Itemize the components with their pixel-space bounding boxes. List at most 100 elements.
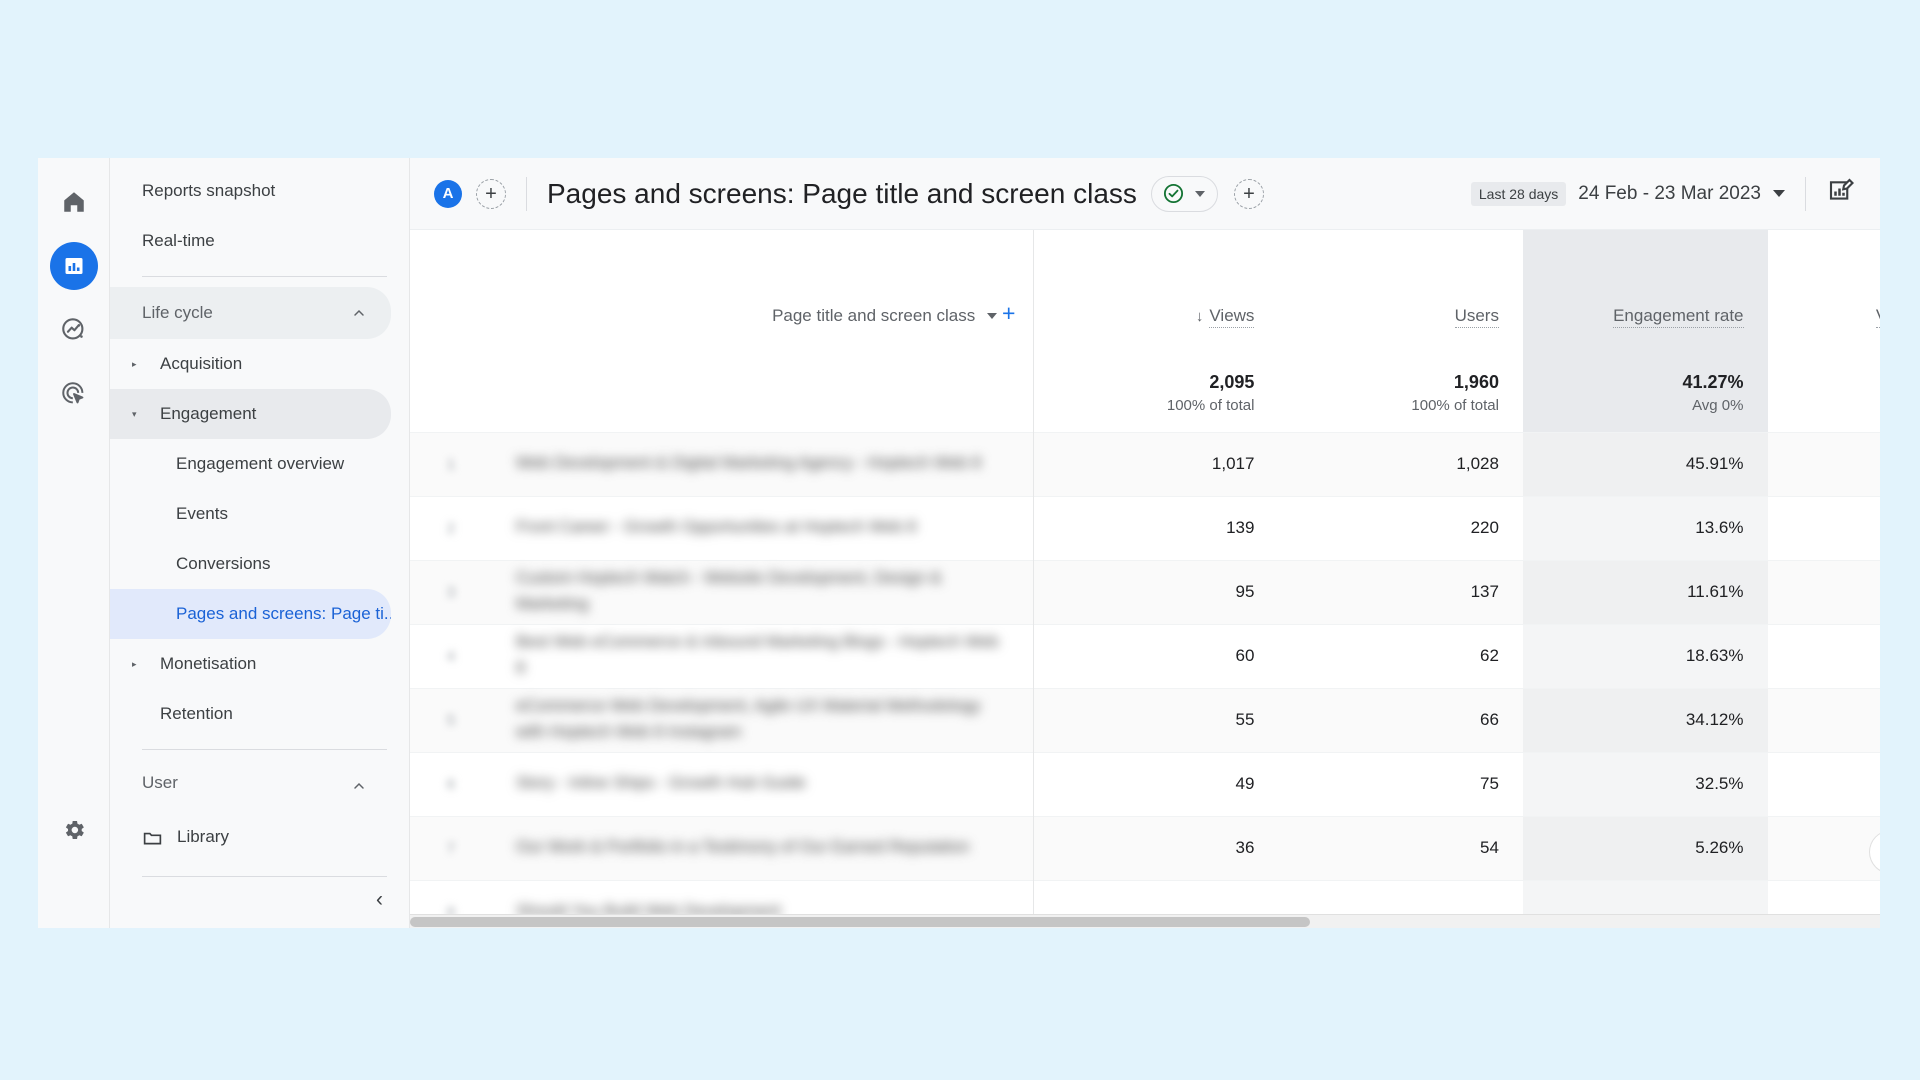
row-views-per-user: 0.97: [1767, 623, 1880, 688]
row-engagement-rate: 13.6%: [1522, 495, 1768, 560]
sidebar-item-events[interactable]: Events: [110, 489, 391, 539]
summary-subtext: 100% of total: [1411, 396, 1499, 414]
summary-value: 41.27%: [1682, 371, 1744, 392]
sidebar-item-library[interactable]: Library: [110, 812, 409, 862]
summary-value: 2,095: [1209, 371, 1255, 392]
summary-engagement-rate: 41.27% Avg 0%: [1522, 346, 1768, 432]
data-quality-chip[interactable]: [1150, 175, 1218, 212]
sidebar-group-life-cycle[interactable]: Life cycle: [110, 287, 391, 339]
row-users: 1,028: [1278, 431, 1523, 496]
date-range-badge: Last 28 days: [1470, 181, 1567, 206]
table-row[interactable]: 1 Web Development & Digital Marketing Ag…: [410, 431, 1880, 496]
home-icon[interactable]: [50, 178, 98, 226]
topbar-divider: [526, 176, 527, 211]
avatar[interactable]: A: [434, 179, 462, 208]
sidebar-item-engagement-overview[interactable]: Engagement overview: [110, 439, 391, 489]
sidebar-item-retention[interactable]: Retention: [110, 689, 391, 739]
explore-icon[interactable]: [50, 306, 98, 354]
table-header-views-per-user[interactable]: Views per user: [1767, 230, 1880, 346]
row-views: 1,017: [1033, 431, 1279, 496]
main-content: A + Pages and screens: Page title and sc…: [410, 158, 1880, 928]
table-row[interactable]: 4 Best Web eCommerce & Inbound Marketing…: [410, 623, 1880, 688]
summary-users: 1,960 100% of total: [1278, 346, 1523, 432]
row-users: 220: [1278, 495, 1523, 560]
dimension-label: Page title and screen class: [772, 306, 976, 325]
collapse-nav-button[interactable]: ‹: [376, 889, 383, 910]
row-views-per-user: 0.99: [1767, 431, 1880, 496]
nav-divider: [142, 276, 387, 277]
chevron-down-icon: [1773, 190, 1785, 197]
table-row[interactable]: 2 Front Career - Growth Opportunities at…: [410, 495, 1880, 560]
sidebar-item-acquisition[interactable]: ▸ Acquisition: [110, 339, 391, 389]
sidebar-group-user[interactable]: User: [110, 760, 391, 812]
add-filter-button[interactable]: +: [1233, 178, 1264, 209]
row-engagement-rate: 18.63%: [1522, 623, 1768, 688]
sidebar-item-monetisation[interactable]: ▸ Monetisation: [110, 639, 391, 689]
row-dimension[interactable]: eCommerce Web Development, Agile UX Mate…: [491, 687, 1034, 752]
row-views: 49: [1033, 751, 1279, 816]
row-dimension[interactable]: Custom Hoptech Watch - Website Developme…: [491, 559, 1034, 624]
nav-divider: [142, 749, 387, 750]
summary-subtext: 100% of total: [1166, 396, 1255, 414]
sidebar-item-label: Pages and screens: Page ti...: [176, 604, 391, 623]
sidebar-group-label: User: [142, 773, 178, 792]
table-row[interactable]: 7 Our Work & Portfolio in a Testimony of…: [410, 815, 1880, 880]
reports-icon[interactable]: [49, 242, 98, 290]
summary-views: 2,095 100% of total: [1033, 346, 1279, 432]
report-topbar: A + Pages and screens: Page title and sc…: [410, 158, 1880, 230]
summary-views-per-user: 1.07 Avg 0%: [1768, 346, 1881, 432]
sidebar-item-label: Conversions: [176, 554, 271, 573]
sidebar-item-reports-snapshot[interactable]: Reports snapshot: [110, 166, 391, 216]
row-views-per-user: 0.65: [1767, 751, 1880, 816]
row-dimension[interactable]: Web Development & Digital Marketing Agen…: [491, 431, 1034, 496]
gear-icon[interactable]: [50, 806, 98, 854]
sidebar-item-label: Monetisation: [160, 654, 257, 673]
add-comparison-button[interactable]: +: [476, 178, 506, 209]
table-row[interactable]: 5 eCommerce Web Development, Agile UX Ma…: [410, 687, 1880, 752]
table-header-users[interactable]: Users: [1278, 230, 1523, 346]
table-row[interactable]: 3 Custom Hoptech Watch - Website Develop…: [410, 559, 1880, 624]
metric-label: Views: [1209, 306, 1255, 328]
row-users: 137: [1278, 559, 1523, 624]
chevron-down-icon: [1194, 190, 1205, 197]
edit-chart-icon[interactable]: [1826, 176, 1856, 211]
row-dimension[interactable]: Story - Inline Ships - Growth Hub Guide: [491, 751, 1034, 816]
sidebar-group-label: Life cycle: [142, 303, 213, 322]
table-header-views[interactable]: ↓ Views: [1033, 230, 1279, 346]
check-circle-icon: [1163, 183, 1183, 204]
report-table: Page title and screen class + ↓ Views Use…: [410, 230, 1880, 928]
row-views: 60: [1033, 623, 1279, 688]
sidebar-item-pages-and-screens[interactable]: Pages and screens: Page ti...: [110, 589, 391, 639]
nav-divider: [142, 876, 387, 877]
table-body: 2,095 100% of total 1,960 100% of total …: [410, 346, 1880, 928]
table-header-engagement-rate[interactable]: Engagement rate: [1522, 230, 1768, 346]
row-engagement-rate: 34.12%: [1522, 687, 1768, 752]
sidebar-item-label: Engagement: [160, 404, 257, 423]
row-dimension[interactable]: Front Career - Growth Opportunities at H…: [491, 495, 1034, 560]
advertising-icon[interactable]: [50, 370, 98, 418]
sidebar-item-engagement[interactable]: ▾ Engagement: [110, 389, 391, 439]
sidebar-item-label: Library: [177, 827, 229, 846]
sidebar-item-label: Acquisition: [160, 354, 243, 373]
table-header-dimension: Page title and screen class +: [491, 230, 1034, 346]
metric-label: Users: [1454, 306, 1499, 328]
date-range-selector[interactable]: Last 28 days 24 Feb - 23 Mar 2023: [1470, 181, 1785, 206]
dimension-selector[interactable]: Page title and screen class: [772, 306, 998, 326]
navigation-panel: Reports snapshot Real-time Life cycle ▸ …: [110, 158, 410, 928]
row-views: 55: [1033, 687, 1279, 752]
sidebar-item-real-time[interactable]: Real-time: [110, 216, 391, 266]
report-table-container[interactable]: Page title and screen class + ↓ Views Use…: [410, 230, 1880, 928]
horizontal-scrollbar-thumb[interactable]: [410, 917, 1310, 927]
row-users: 62: [1278, 623, 1523, 688]
row-dimension[interactable]: Our Work & Portfolio in a Testimony of O…: [491, 815, 1034, 880]
row-engagement-rate: 11.61%: [1522, 559, 1768, 624]
horizontal-scrollbar[interactable]: [410, 914, 1880, 928]
row-dimension[interactable]: Best Web eCommerce & Inbound Marketing B…: [491, 623, 1034, 688]
icon-rail: [38, 158, 110, 928]
sidebar-item-conversions[interactable]: Conversions: [110, 539, 391, 589]
summary-value: 1,960: [1453, 371, 1499, 392]
analytics-app-window: Reports snapshot Real-time Life cycle ▸ …: [38, 158, 1880, 928]
add-dimension-button[interactable]: +: [1002, 300, 1015, 326]
row-engagement-rate: 32.5%: [1522, 751, 1768, 816]
table-row[interactable]: 6 Story - Inline Ships - Growth Hub Guid…: [410, 751, 1880, 816]
